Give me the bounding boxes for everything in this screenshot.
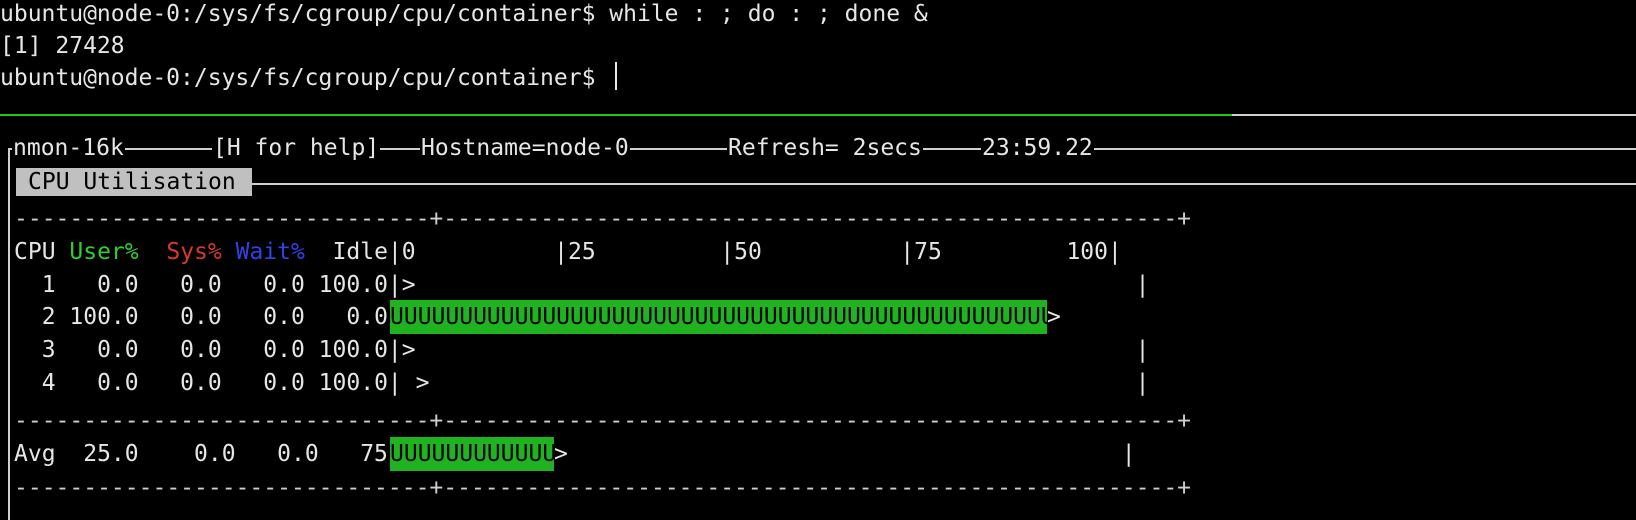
wait-value: 0.0 bbox=[221, 370, 305, 396]
idle-value: 100.0 bbox=[304, 337, 388, 363]
terminal-job-output: [1] 27428 bbox=[0, 33, 125, 59]
terminal-command-line: ubuntu@node-0:/sys/fs/cgroup/cpu/contain… bbox=[0, 1, 928, 27]
table-header: CPU User% Sys% Wait% Idle|0 |25 |50 |75 … bbox=[14, 235, 1122, 269]
header-scale: |0 |25 |50 |75 100| bbox=[387, 239, 1122, 265]
table-separator: ------------------------------+---------… bbox=[14, 408, 1192, 434]
graph: |> | bbox=[387, 272, 1150, 298]
cpu-row: 1 0.0 0.0 0.0 100.0|> | bbox=[14, 268, 1150, 302]
hostname: Hostname=node-0 bbox=[420, 131, 630, 165]
avg-bar-tail: > | bbox=[554, 441, 1136, 467]
cpu-row: 2 100.0 0.0 0.0 0.0| bbox=[14, 300, 402, 334]
avg-row: Avg 25.0 0.0 0.0 75.0| bbox=[14, 437, 429, 471]
sys-value: 0.0 bbox=[138, 304, 222, 330]
help-hint: [H for help] bbox=[212, 131, 381, 165]
sys-value: 0.0 bbox=[138, 370, 222, 396]
user-value: 0.0 bbox=[55, 337, 139, 363]
bar-end-marker: > bbox=[1047, 304, 1061, 330]
user-value: 0.0 bbox=[55, 370, 139, 396]
idle-value: 100.0 bbox=[304, 272, 388, 298]
pane-divider bbox=[1232, 114, 1636, 116]
wait-value: 0.0 bbox=[221, 337, 305, 363]
idle-value: 100.0 bbox=[304, 370, 388, 396]
wait-value: 0.0 bbox=[221, 272, 305, 298]
header-user: User% bbox=[69, 239, 139, 265]
refresh-rate: Refresh= 2secs bbox=[727, 131, 923, 165]
terminal-prompt-line[interactable]: ubuntu@node-0:/sys/fs/cgroup/cpu/contain… bbox=[0, 61, 618, 95]
header-cpu: CPU bbox=[14, 239, 56, 265]
nmon-version: nmon-16k bbox=[12, 131, 125, 165]
idle-value: 0.0 bbox=[304, 304, 388, 330]
cpu-row: 4 0.0 0.0 0.0 100.0| > | bbox=[14, 366, 1150, 400]
clock-time: 23:59.22 bbox=[981, 131, 1094, 165]
cpu-id: 4 bbox=[14, 370, 56, 396]
cpu-usage-bar: UUUUUUUUUUUUUUUUUUUUUUUUUUUUUUUUUUUUUUUU… bbox=[390, 300, 1047, 334]
user-value: 100.0 bbox=[55, 304, 139, 330]
cpu-utilisation-tab: CPU Utilisation bbox=[16, 168, 252, 196]
avg-usage-bar: UUUUUUUUUUUUU bbox=[390, 437, 554, 471]
terminal-prompt: ubuntu@node-0:/sys/fs/cgroup/cpu/contain… bbox=[0, 65, 610, 91]
table-separator: ------------------------------+---------… bbox=[14, 475, 1192, 501]
text-cursor bbox=[615, 62, 618, 90]
header-sys: Sys% bbox=[166, 239, 222, 265]
user-value: 0.0 bbox=[55, 272, 139, 298]
header-wait: Wait% bbox=[235, 239, 305, 265]
cpu-row: 3 0.0 0.0 0.0 100.0|> | bbox=[14, 333, 1150, 367]
graph: |> | bbox=[387, 337, 1150, 363]
panel-title-line bbox=[252, 183, 1636, 185]
avg-wait: 0.0 bbox=[235, 441, 319, 467]
cpu-id: 2 bbox=[14, 304, 56, 330]
table-separator: ------------------------------+---------… bbox=[14, 206, 1192, 232]
graph: | > | bbox=[387, 370, 1150, 396]
frame-left-border bbox=[8, 148, 10, 520]
pane-divider-active bbox=[0, 114, 1232, 116]
sys-value: 0.0 bbox=[138, 337, 222, 363]
avg-label: Avg bbox=[14, 441, 56, 467]
header-idle: Idle bbox=[332, 239, 388, 265]
wait-value: 0.0 bbox=[221, 304, 305, 330]
avg-sys: 0.0 bbox=[138, 441, 236, 467]
cpu-id: 1 bbox=[14, 272, 56, 298]
sys-value: 0.0 bbox=[138, 272, 222, 298]
avg-user: 25.0 bbox=[55, 441, 139, 467]
cpu-id: 3 bbox=[14, 337, 56, 363]
